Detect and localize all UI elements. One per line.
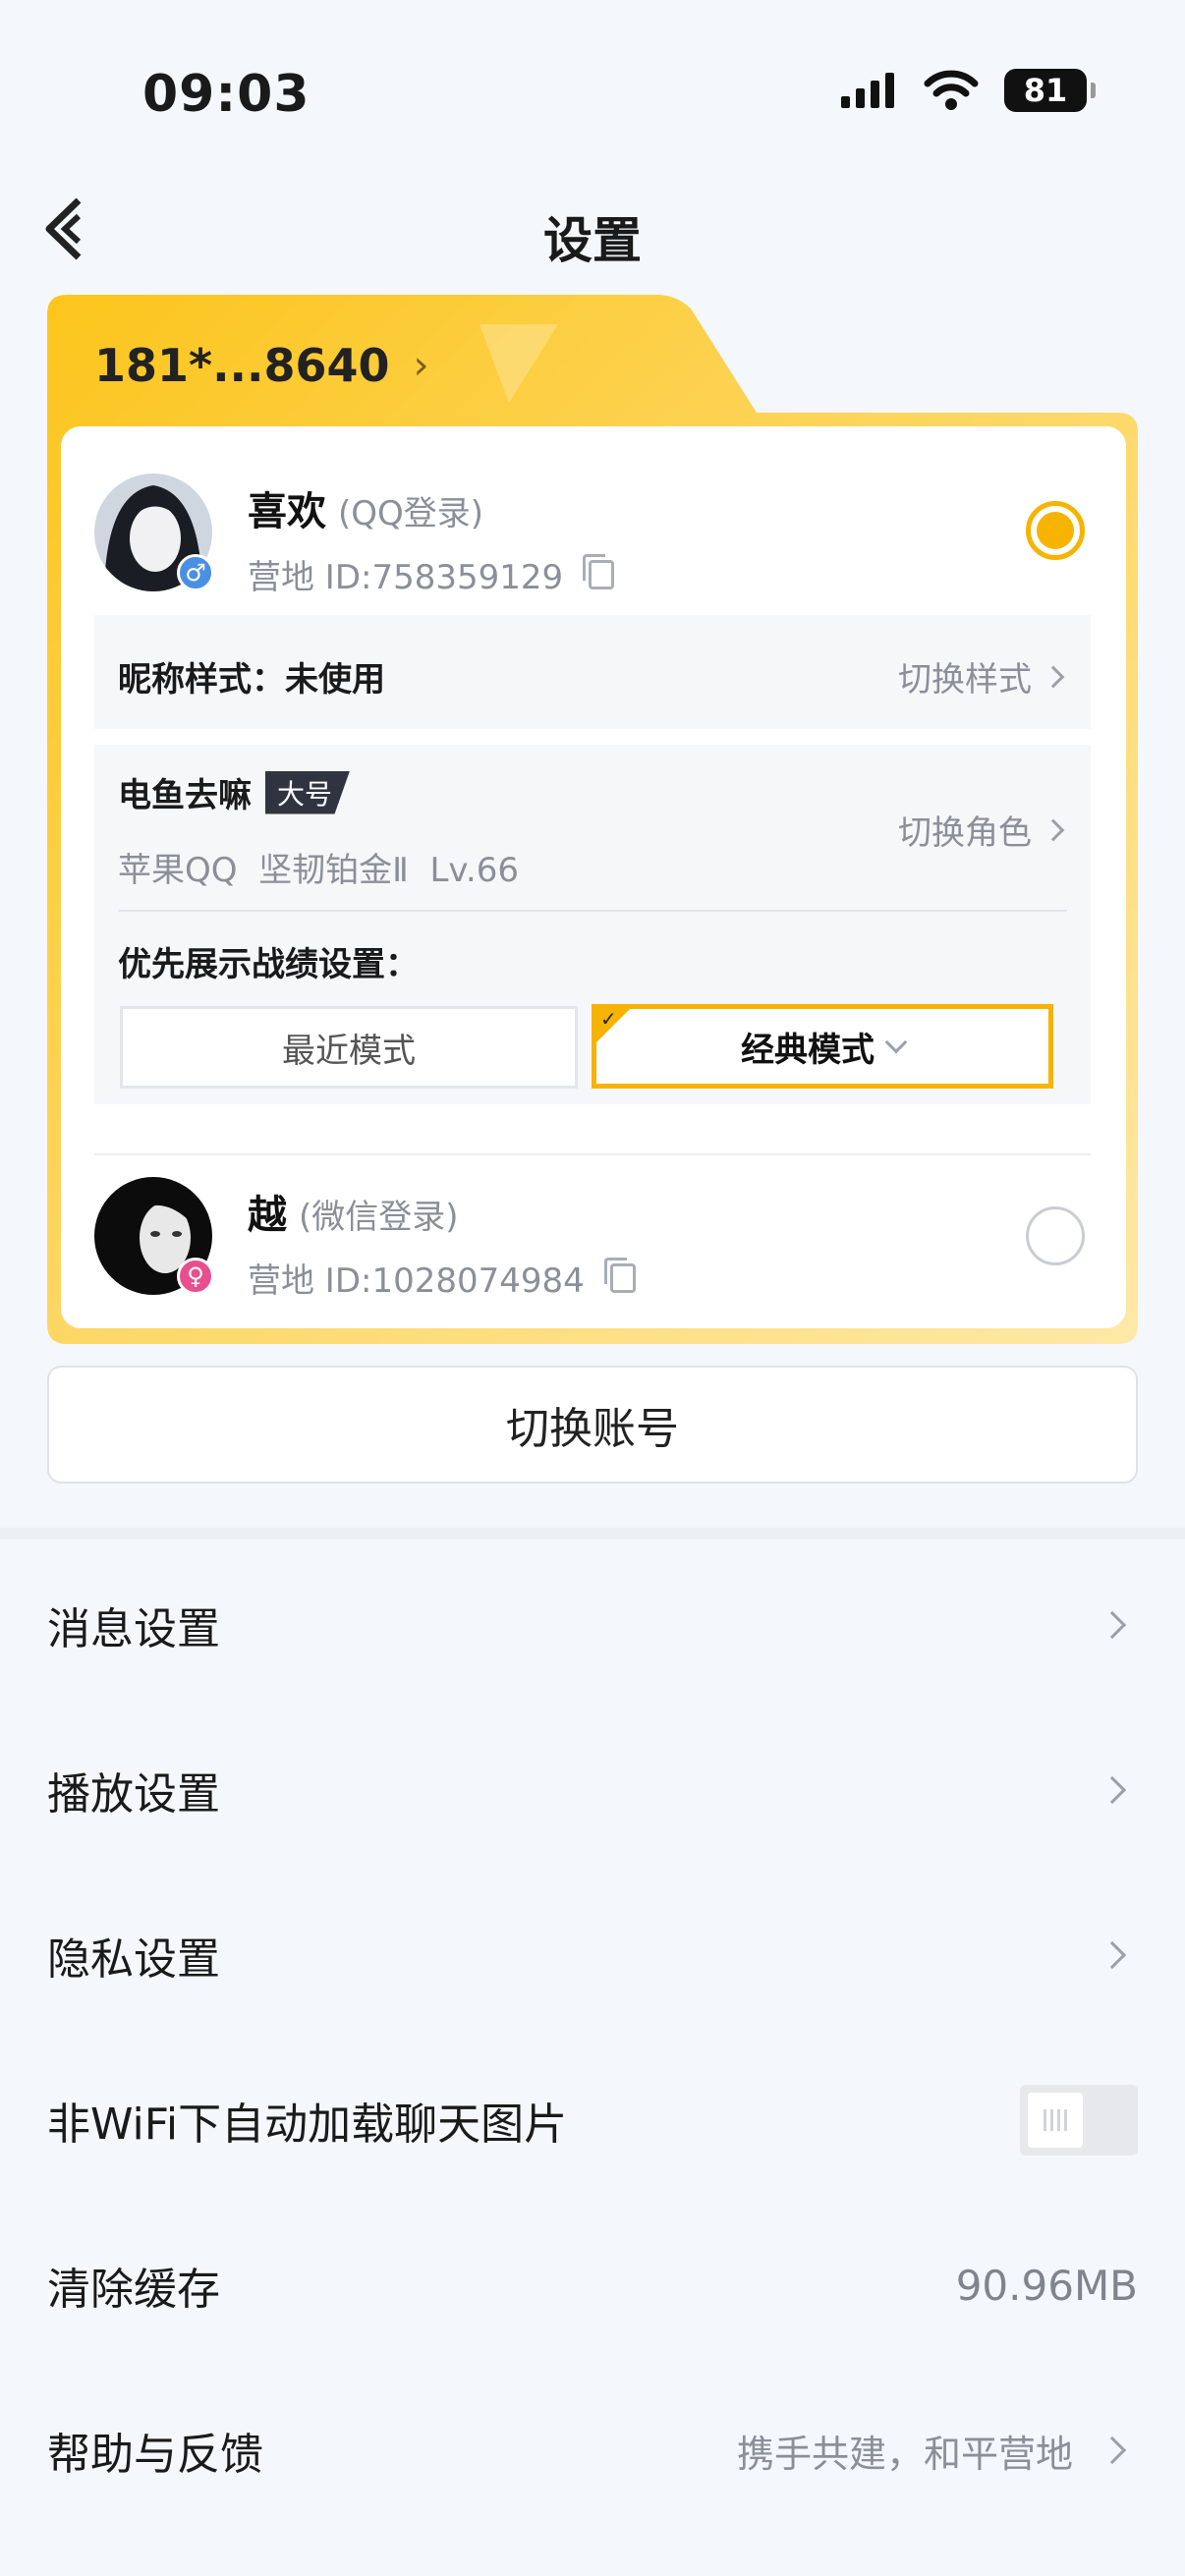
chevron-right-icon: › (413, 343, 429, 388)
switch-style-link[interactable]: 切换样式 (898, 652, 1032, 700)
settings-item-privacy[interactable]: 隐私设置 (47, 1906, 1138, 2004)
check-icon: ✓ (600, 1007, 617, 1031)
mode-classic-label: 经典模式 (741, 1030, 875, 1070)
account-id: 营地 ID:1028074984 (248, 1261, 585, 1301)
nickname-style-action: 切换样式 (898, 652, 1065, 700)
phone-account-link[interactable]: 181*...8640 › (94, 339, 429, 392)
main-account-tag: 大号 (265, 770, 351, 814)
help-hint-text: 携手共建，和平营地 (736, 2432, 1073, 2476)
settings-item-message[interactable]: 消息设置 (47, 1576, 1138, 1674)
chevron-right-icon (1042, 665, 1065, 688)
male-icon: ♂ (177, 554, 214, 591)
copy-icon[interactable] (603, 1257, 636, 1293)
account-info: 喜欢 (QQ登录) 营地 ID:758359129 (248, 479, 615, 598)
wifi-icon (924, 70, 979, 110)
chevron-down-icon (884, 1031, 908, 1054)
wifi-images-toggle[interactable] (1020, 2085, 1138, 2156)
role-name-row: 电鱼去嘛 大号 (118, 768, 351, 816)
login-type: (微信登录) (299, 1198, 459, 1237)
chevron-right-icon (1098, 1775, 1127, 1805)
status-time: 09:03 (142, 65, 310, 124)
account-name: 喜欢 (248, 489, 326, 534)
settings-item-clear-cache[interactable]: 清除缓存 90.96MB (47, 2236, 1138, 2334)
account-info: 越 (微信登录) 营地 ID:1028074984 (248, 1183, 636, 1302)
settings-item-label: 帮助与反馈 (47, 2430, 263, 2480)
page-title: 设置 (543, 212, 642, 269)
account-item-qq[interactable]: ♂ (94, 474, 214, 591)
settings-item-wifi-images: 非WiFi下自动加载聊天图片 (47, 2071, 1138, 2169)
divider (94, 1153, 1091, 1155)
mode-recent-label: 最近模式 (282, 1031, 416, 1071)
mode-recent-button[interactable]: 最近模式 (120, 1006, 578, 1089)
login-type: (QQ登录) (338, 494, 484, 533)
copy-icon[interactable] (583, 553, 615, 589)
record-setting-label: 优先展示战绩设置： (118, 945, 419, 984)
chevron-right-icon (1098, 2436, 1127, 2465)
chevron-right-icon (1098, 1610, 1127, 1640)
toggle-knob (1028, 2093, 1083, 2148)
account-name: 越 (248, 1193, 287, 1238)
account-radio-selected[interactable] (1026, 501, 1085, 560)
settings-item-label: 隐私设置 (47, 1934, 220, 1985)
cache-size: 90.96MB (955, 2261, 1138, 2310)
account-id: 营地 ID:758359129 (248, 558, 564, 597)
chevron-right-icon (1098, 1940, 1127, 1970)
switch-account-button[interactable]: 切换账号 (47, 1366, 1138, 1484)
mode-classic-button[interactable]: ✓ 经典模式 (592, 1004, 1053, 1089)
settings-item-label: 非WiFi下自动加载聊天图片 (47, 2100, 568, 2150)
divider (118, 910, 1067, 912)
nickname-style-row[interactable]: 昵称样式：未使用 切换样式 (94, 615, 1091, 729)
signal-icon (841, 73, 894, 108)
account-item-wechat[interactable]: ♀ (94, 1177, 214, 1295)
settings-item-help[interactable]: 帮助与反馈 携手共建，和平营地 (47, 2401, 1138, 2499)
battery-indicator: 81 (1004, 69, 1096, 112)
settings-item-label: 消息设置 (47, 1604, 220, 1654)
switch-role-action[interactable]: 切换角色 (898, 806, 1065, 854)
chevron-right-icon (1042, 818, 1065, 841)
help-hint: 携手共建，和平营地 (737, 2424, 1138, 2478)
female-icon: ♀ (177, 1258, 214, 1295)
status-icons: 81 (839, 69, 1096, 112)
account-radio[interactable] (1026, 1206, 1085, 1265)
role-panel: 电鱼去嘛 大号 苹果QQ 坚韧铂金Ⅱ Lv.66 切换角色 优先展示战绩设置： … (94, 745, 1091, 1104)
role-name: 电鱼去嘛 (118, 776, 252, 815)
role-detail: 苹果QQ 坚韧铂金Ⅱ Lv.66 (118, 851, 519, 890)
section-divider (0, 1528, 1185, 1540)
phone-number: 181*...8640 (94, 339, 390, 392)
switch-role-link: 切换角色 (898, 813, 1032, 853)
settings-item-playback[interactable]: 播放设置 (47, 1741, 1138, 1839)
settings-item-label: 播放设置 (47, 1769, 220, 1820)
nickname-style-label: 昵称样式：未使用 (118, 660, 385, 700)
settings-item-label: 清除缓存 (47, 2265, 220, 2315)
